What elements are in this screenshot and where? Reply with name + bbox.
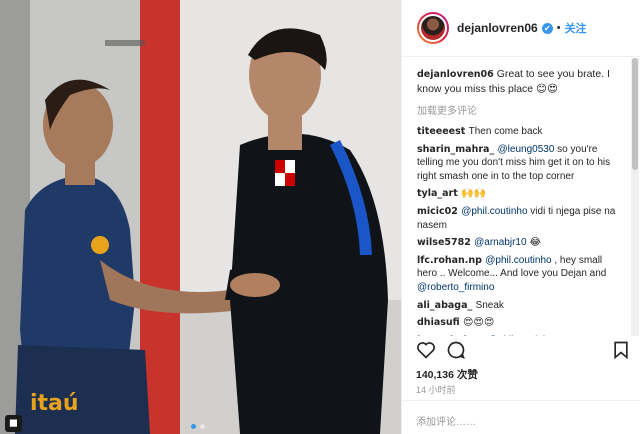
- comment-item: kwgreindeer @phil.coutinho #YNWA ❤: [417, 334, 622, 336]
- bookmark-icon[interactable]: [611, 340, 631, 360]
- comment-mention-link[interactable]: @phil.coutinho: [488, 335, 554, 336]
- load-more-comments-button[interactable]: 加载更多评论: [417, 102, 622, 117]
- comment-text: 😂: [526, 237, 542, 249]
- follow-button[interactable]: 关注: [565, 20, 587, 36]
- comment-username[interactable]: dhiasufi: [417, 317, 463, 328]
- comment-item: wilse5782 @arnabjr10 😂: [417, 236, 622, 250]
- instagram-corner-icon: ◼: [5, 415, 22, 432]
- add-comment-input[interactable]: 添加评论……: [401, 400, 640, 434]
- comment-username[interactable]: sharin_mahra_: [417, 144, 498, 155]
- carousel-dot-1[interactable]: [191, 424, 196, 429]
- comment-username[interactable]: wilse5782: [417, 237, 474, 248]
- comment-mention-link[interactable]: @roberto_firmino: [417, 282, 494, 293]
- separator-dot: •: [556, 22, 561, 34]
- likes-count[interactable]: 140,136 次赞: [416, 367, 478, 382]
- comment-item: ali_abaga_ Sneak: [417, 299, 622, 313]
- avatar[interactable]: [417, 12, 449, 44]
- comment-text: 🙌🙌: [461, 188, 487, 200]
- comment-mention-link[interactable]: @phil.coutinho: [461, 206, 527, 217]
- comments-list: dejanlovren06 Great to see you brate. I …: [401, 58, 630, 336]
- comment-username[interactable]: micic02: [417, 206, 461, 217]
- header-username[interactable]: dejanlovren06: [457, 21, 538, 35]
- heart-icon[interactable]: [416, 340, 436, 360]
- comment-text: ❤: [591, 335, 602, 336]
- carousel-dots[interactable]: [191, 424, 205, 429]
- comment-item: titeeeest Then come back: [417, 125, 622, 139]
- post-timestamp[interactable]: 14 小时前: [416, 383, 456, 396]
- comment-text: Sneak: [475, 299, 504, 311]
- comment-mention-link[interactable]: @leung0530: [498, 144, 555, 155]
- post-header: dejanlovren06 ✔ • 关注: [402, 0, 640, 57]
- verified-badge-icon: ✔: [541, 22, 553, 34]
- post-caption: dejanlovren06 Great to see you brate. I …: [417, 67, 622, 96]
- comment-username[interactable]: tyla_art: [417, 188, 461, 199]
- comment-username[interactable]: ali_abaga_: [417, 300, 476, 311]
- comment-mention-link[interactable]: @arnabjr10: [474, 237, 526, 248]
- post-photo[interactable]: itaú ◼: [0, 0, 401, 434]
- comment-text: Then come back: [468, 126, 543, 137]
- comment-username[interactable]: lfc.rohan.np: [417, 255, 485, 266]
- comment-item: lfc.rohan.np @phil.coutinho , hey small …: [417, 254, 622, 295]
- comment-username[interactable]: titeeeest: [417, 126, 469, 137]
- carousel-dot-2[interactable]: [200, 424, 205, 429]
- comment-item: micic02 @phil.coutinho vidi ti njega pis…: [417, 205, 622, 232]
- comment-item: dhiasufi 😍😍😍: [417, 316, 622, 330]
- comment-mention-link[interactable]: #YNWA: [557, 335, 592, 336]
- comment-item: tyla_art 🙌🙌: [417, 187, 622, 201]
- comment-icon[interactable]: [446, 340, 466, 360]
- caption-username[interactable]: dejanlovren06: [417, 69, 494, 80]
- comment-item: sharin_mahra_ @leung0530 so you're telli…: [417, 143, 622, 184]
- post-actions: [416, 340, 631, 364]
- comment-mention-link[interactable]: @phil.coutinho: [485, 255, 551, 266]
- comment-text: 😍😍😍: [463, 317, 495, 329]
- comments-scrollbar[interactable]: [631, 58, 639, 336]
- comment-container: titeeeest Then come back sharin_mahra_ @l…: [417, 125, 622, 336]
- photo-illustration: itaú: [0, 0, 401, 434]
- shirt-sponsor-text: itaú: [30, 391, 79, 416]
- scrollbar-thumb[interactable]: [632, 58, 638, 170]
- comment-username[interactable]: kwgreindeer: [417, 335, 488, 336]
